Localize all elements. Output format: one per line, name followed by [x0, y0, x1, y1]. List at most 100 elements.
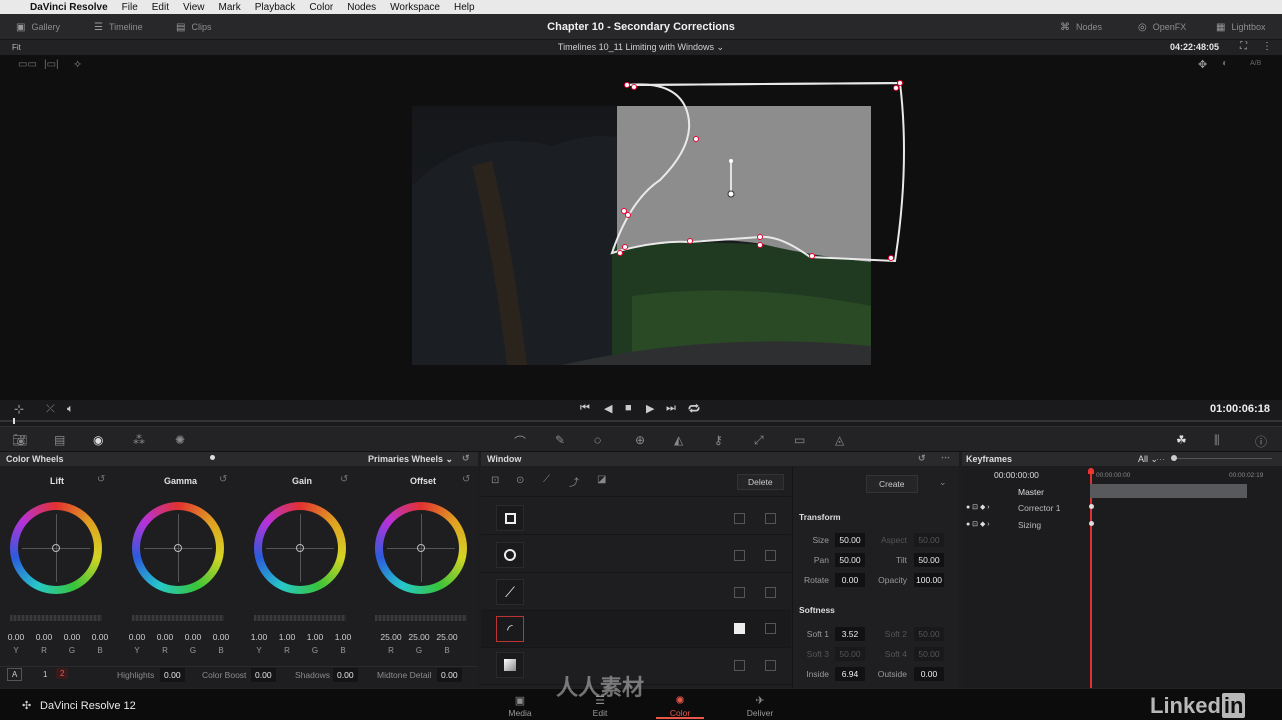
highlights-field[interactable]: 0.00 — [160, 668, 185, 682]
split-screen-icon[interactable]: ▭▭ — [18, 59, 37, 70]
menu-app-name[interactable]: DaVinci Resolve — [30, 2, 108, 13]
keyframe-playhead[interactable] — [1090, 468, 1092, 688]
ab-compare[interactable]: A/B — [1250, 60, 1261, 67]
rotate-field[interactable]: 0.00 — [835, 573, 865, 587]
options-icon[interactable]: ⋯ — [1156, 454, 1165, 465]
reset-icon[interactable]: ↺ — [219, 474, 227, 485]
camera-raw-icon[interactable]: 📷︎ — [12, 433, 27, 447]
value-field[interactable]: 0.00 — [123, 632, 151, 642]
window-icon[interactable]: ◌ — [594, 433, 601, 447]
scrubber[interactable] — [0, 418, 1282, 424]
menu-mark[interactable]: Mark — [219, 2, 241, 13]
3d-icon[interactable]: ▭ — [794, 433, 805, 447]
invert-toggle[interactable] — [734, 513, 745, 524]
rgb-mixer-icon[interactable]: ⁂ — [133, 433, 145, 447]
reset-icon[interactable]: ↺ — [97, 474, 105, 485]
soft3-field[interactable]: 50.00 — [835, 647, 865, 661]
blur-icon[interactable]: ◭ — [674, 433, 683, 447]
master-wheel-gain[interactable] — [254, 615, 346, 621]
wheel-gain[interactable] — [254, 502, 346, 594]
value-field[interactable]: 0.00 — [58, 632, 86, 642]
timeline-name[interactable]: Timelines 10_11 Limiting with Windows — [558, 42, 714, 52]
soft1-field[interactable]: 3.52 — [835, 627, 865, 641]
reset-icon[interactable]: ↺ — [462, 453, 470, 464]
reset-icon[interactable]: ↺ — [340, 474, 348, 485]
motion-effects-icon[interactable]: ✺ — [175, 433, 185, 447]
wipe-icon[interactable]: |▭| — [44, 59, 59, 70]
move-icon[interactable]: ✥ — [1198, 58, 1207, 71]
more-icon[interactable]: ⋮ — [1262, 41, 1272, 52]
play-icon[interactable]: ▶︎ — [646, 402, 654, 415]
value-field[interactable]: 25.00 — [405, 632, 433, 642]
magic-wand-icon[interactable]: ✧ — [73, 58, 82, 71]
invert-toggle[interactable] — [734, 660, 745, 671]
soft4-field[interactable]: 50.00 — [914, 647, 944, 661]
enable-toggle[interactable] — [765, 660, 776, 671]
add-line-icon[interactable]: ⟋ — [543, 474, 550, 485]
reset-icon[interactable]: ↺ — [462, 474, 470, 485]
track-corrector-1[interactable]: Corrector 1 — [1018, 503, 1061, 513]
master-wheel-gamma[interactable] — [132, 615, 224, 621]
value-field[interactable]: 0.00 — [86, 632, 114, 642]
mode-a-button[interactable]: A — [7, 668, 23, 681]
page-deliver[interactable]: ✈︎ Deliver — [730, 694, 790, 718]
menu-workspace[interactable]: Workspace — [390, 2, 440, 13]
menu-file[interactable]: File — [122, 2, 138, 13]
tab-openfx[interactable]: ◎ OpenFX — [1138, 14, 1186, 40]
skip-back-icon[interactable]: ⏮︎ — [580, 402, 590, 415]
page-media[interactable]: ▣ Media — [490, 694, 550, 718]
info-icon[interactable]: ⓘ — [1255, 433, 1267, 450]
qualifier-icon[interactable]: ✎ — [555, 433, 565, 447]
track-toggle[interactable]: ● ⊡ ◆ › — [966, 503, 990, 511]
volume-icon[interactable]: 🔈︎ — [67, 403, 74, 416]
add-circle-icon[interactable]: ⊙ — [516, 475, 524, 486]
cross-icon[interactable]: ⤫ — [46, 403, 55, 416]
value-field[interactable]: 1.00 — [245, 632, 273, 642]
soft2-field[interactable]: 50.00 — [914, 627, 944, 641]
page-2-button[interactable]: 2 — [56, 668, 69, 679]
master-track-bar[interactable] — [1090, 484, 1247, 498]
add-gradient-icon[interactable]: ◪ — [597, 474, 606, 485]
fullscreen-icon[interactable]: ⛶ — [1240, 41, 1247, 52]
square-window-icon[interactable] — [496, 505, 524, 531]
wheel-puck[interactable] — [174, 544, 182, 552]
enable-toggle[interactable] — [765, 623, 776, 634]
invert-toggle[interactable] — [734, 550, 745, 561]
master-wheel-offset[interactable] — [375, 615, 467, 621]
outside-field[interactable]: 0.00 — [914, 667, 944, 681]
aspect-field[interactable]: 50.00 — [914, 533, 944, 547]
curve-window-icon[interactable]: ◜ — [496, 616, 524, 642]
play-reverse-icon[interactable]: ◀︎ — [604, 402, 612, 415]
menu-help[interactable]: Help — [454, 2, 475, 13]
wheel-gamma[interactable] — [132, 502, 224, 594]
page-color[interactable]: ✺ Color — [650, 694, 710, 718]
pan-field[interactable]: 50.00 — [835, 553, 865, 567]
options-icon[interactable]: ⋯ — [941, 452, 950, 463]
reset-icon[interactable]: ↺ — [918, 453, 926, 464]
wheel-offset[interactable] — [375, 502, 467, 594]
color-wheels-icon[interactable]: ◉ — [93, 433, 103, 447]
menu-color[interactable]: Color — [309, 2, 333, 13]
zoom-slider-handle[interactable] — [1171, 455, 1177, 461]
track-toggle[interactable]: ● ⊡ ◆ › — [966, 520, 990, 528]
value-field[interactable]: 0.00 — [30, 632, 58, 642]
wheel-puck[interactable] — [296, 544, 304, 552]
color-boost-field[interactable]: 0.00 — [251, 668, 276, 682]
linear-window-icon[interactable]: ⟋ — [496, 579, 524, 605]
playhead-marker[interactable] — [1088, 468, 1094, 474]
opacity-field[interactable]: 100.00 — [914, 573, 944, 587]
keyframe-marker[interactable] — [1089, 504, 1094, 509]
stereo-icon[interactable]: ◬ — [835, 433, 844, 447]
create-button[interactable]: Create — [866, 475, 918, 493]
sizing-icon[interactable]: ⤢ — [754, 433, 764, 448]
tracker-icon[interactable]: ⊕ — [635, 433, 645, 447]
value-field[interactable]: 0.00 — [179, 632, 207, 642]
value-field[interactable]: 1.00 — [329, 632, 357, 642]
value-field[interactable]: 1.00 — [273, 632, 301, 642]
playhead[interactable] — [13, 418, 15, 424]
curves-icon[interactable]: ⌒ — [514, 433, 526, 450]
keyframe-marker[interactable] — [1089, 521, 1094, 526]
target-icon[interactable]: ⊹ — [14, 402, 24, 416]
gradient-window-icon[interactable] — [496, 652, 524, 678]
wheels-mode-dropdown[interactable]: Primaries Wheels ⌄ — [368, 454, 453, 465]
